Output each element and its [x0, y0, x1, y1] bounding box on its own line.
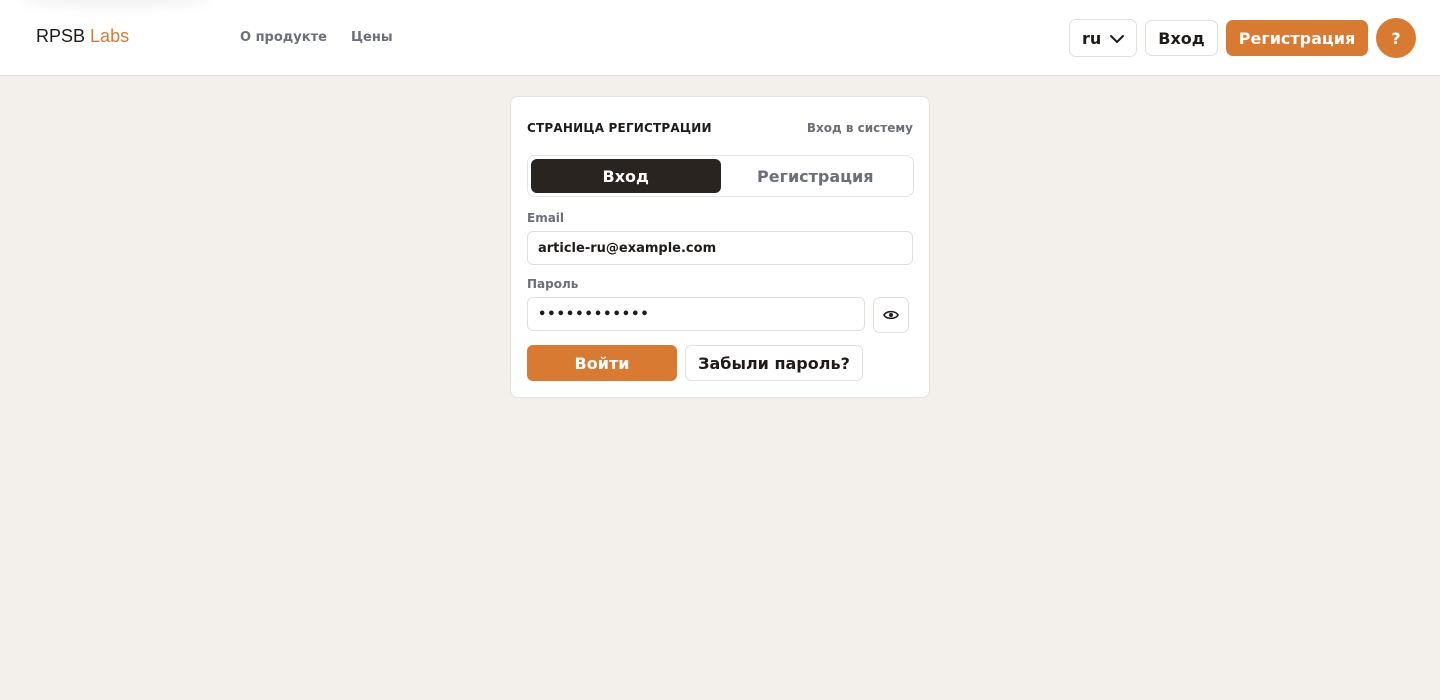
card-subtitle: Вход в систему: [806, 121, 913, 135]
nav-link-pricing[interactable]: Цены: [351, 30, 393, 45]
forgot-password-button[interactable]: Забыли пароль?: [685, 345, 863, 381]
auth-tabs: Вход Регистрация: [527, 155, 914, 197]
nav-link-product[interactable]: О продукте: [240, 30, 327, 45]
card-title: СТРАНИЦА РЕГИСТРАЦИИ: [527, 121, 712, 135]
email-field[interactable]: [527, 231, 913, 265]
auth-card: СТРАНИЦА РЕГИСТРАЦИИ Вход в систему Вход…: [510, 96, 930, 398]
header-login-button[interactable]: Вход: [1145, 20, 1218, 56]
email-label: Email: [527, 211, 565, 225]
header-register-button[interactable]: Регистрация: [1226, 20, 1368, 56]
logo-accent: Labs: [90, 26, 130, 46]
language-select[interactable]: ru: [1069, 19, 1137, 57]
decorative-shadow: [20, 0, 210, 6]
chevron-down-icon: [1110, 35, 1125, 43]
password-field[interactable]: [527, 297, 865, 331]
password-label: Пароль: [527, 277, 579, 291]
brand-logo[interactable]: RPSB Labs: [36, 26, 129, 47]
eye-icon: [883, 310, 899, 320]
logo-main: RPSB: [36, 26, 86, 46]
language-value: ru: [1082, 28, 1102, 48]
top-bar: RPSB Labs О продукте Цены ru Вход Регист…: [0, 0, 1440, 76]
help-button[interactable]: ?: [1376, 18, 1416, 58]
show-password-button[interactable]: [873, 297, 909, 333]
login-submit-button[interactable]: Войти: [527, 345, 677, 381]
tab-register[interactable]: Регистрация: [721, 159, 911, 193]
tab-login[interactable]: Вход: [531, 159, 721, 193]
